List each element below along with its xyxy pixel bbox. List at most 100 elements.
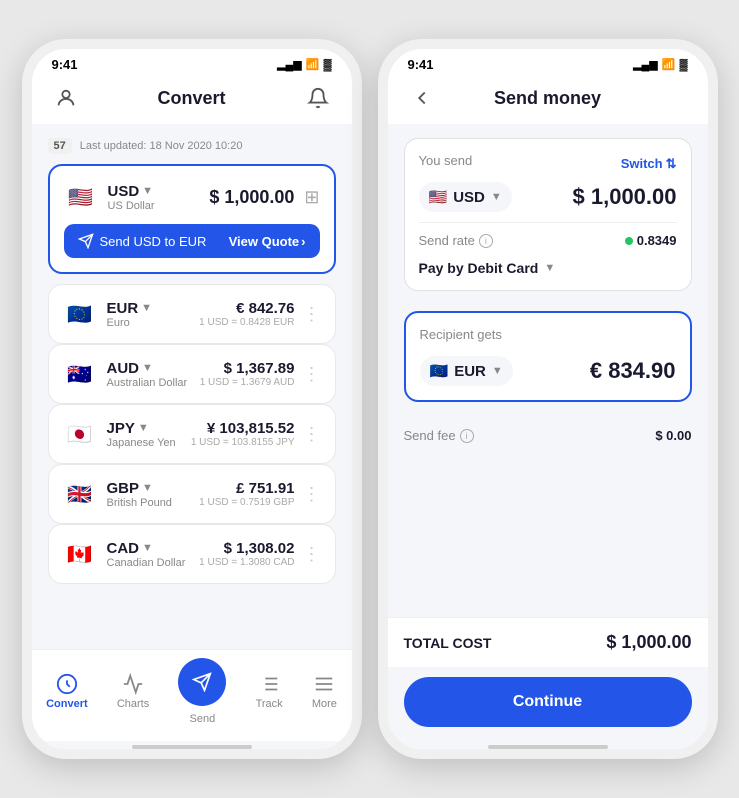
currency-menu-AUD[interactable]: ⋮ [303,364,321,385]
currency-row-4: 🇨🇦 CAD ▼ Canadian Dollar $ 1,308.02 1 US… [63,537,321,571]
nav-track-label: Track [256,698,283,710]
send-nav-btn[interactable] [178,658,226,706]
you-send-dropdown: ▼ [491,191,502,203]
continue-btn[interactable]: Continue [404,677,692,727]
currency-menu-EUR[interactable]: ⋮ [303,304,321,325]
currency-code-AUD: AUD ▼ [107,360,188,377]
user-icon[interactable] [52,84,80,112]
currency-list-item[interactable]: 🇨🇦 CAD ▼ Canadian Dollar $ 1,308.02 1 US… [48,524,336,584]
currency-list-item[interactable]: 🇪🇺 EUR ▼ Euro € 842.76 1 USD = 0.8428 EU… [48,284,336,344]
you-send-flag: 🇺🇸 [429,188,448,206]
track-icon [258,673,280,695]
send-rate-label: Send rate i [419,233,493,248]
page-title-1: Convert [80,88,304,109]
app-container: 9:41 ▂▄▆ 📶 ▓ Convert [2,19,738,779]
back-icon[interactable] [408,84,436,112]
charts-icon [122,673,144,695]
currency-amount-col-3: £ 751.91 1 USD = 0.7519 GBP [199,480,294,508]
nav-more[interactable]: More [312,673,337,710]
pay-chevron-icon: ▼ [544,262,555,274]
status-icons-1: ▂▄▆ 📶 ▓ [277,58,331,71]
pay-method-row[interactable]: Pay by Debit Card ▼ [419,254,677,276]
currency-list-item[interactable]: 🇬🇧 GBP ▼ British Pound £ 751.91 1 USD = … [48,464,336,524]
currency-info-3: GBP ▼ British Pound [107,480,172,509]
battery-icon: ▓ [323,59,331,71]
currency-amount-JPY: ¥ 103,815.52 [191,420,295,437]
send-bar[interactable]: Send USD to EUR View Quote › [64,224,320,258]
nav-track[interactable]: Track [256,673,283,710]
currency-list-item[interactable]: 🇦🇺 AUD ▼ Australian Dollar $ 1,367.89 1 … [48,344,336,404]
convert-icon [56,673,78,695]
recipient-label: Recipient gets [420,327,502,342]
send-rate-value: 0.8349 [625,233,677,248]
nav-convert-label: Convert [46,698,88,710]
currency-left-3: 🇬🇧 GBP ▼ British Pound [63,477,172,511]
currency-code-EUR: EUR ▼ [107,300,153,317]
status-bar-1: 9:41 ▂▄▆ 📶 ▓ [32,49,352,76]
recipient-card: Recipient gets 🇪🇺 EUR ▼ € 834.90 [404,311,692,402]
flag-EUR: 🇪🇺 [63,297,97,331]
currency-rate-EUR: 1 USD = 0.8428 EUR [199,317,294,328]
currency-name-AUD: Australian Dollar [107,377,188,389]
fee-label: Send fee i [404,428,474,443]
view-quote-btn[interactable]: View Quote › [229,234,306,249]
currency-name-JPY: Japanese Yen [107,437,176,449]
currency-amount-GBP: £ 751.91 [199,480,294,497]
total-label: TOTAL COST [404,635,492,651]
switch-btn[interactable]: Switch ⇅ [621,156,677,172]
bottom-nav-1: Convert Charts Send Track [32,649,352,741]
main-content-2: You send Switch ⇅ 🇺🇸 USD ▼ $ 1,000.00 [388,124,708,617]
calculator-icon[interactable]: ⊞ [304,187,319,208]
currency-list-item[interactable]: 🇯🇵 JPY ▼ Japanese Yen ¥ 103,815.52 1 USD… [48,404,336,464]
status-bar-2: 9:41 ▂▄▆ 📶 ▓ [388,49,708,76]
currency-amount-CAD: $ 1,308.02 [199,540,294,557]
currency-left-4: 🇨🇦 CAD ▼ Canadian Dollar [63,537,186,571]
currency-right-4: $ 1,308.02 1 USD = 1.3080 CAD ⋮ [199,540,320,568]
currency-name-EUR: Euro [107,317,153,329]
you-send-code: USD [453,189,485,206]
phone2-bottom: TOTAL COST $ 1,000.00 Continue [388,617,708,741]
currency-left-1: 🇦🇺 AUD ▼ Australian Dollar [63,357,188,391]
currency-rate-JPY: 1 USD = 103.8155 JPY [191,437,295,448]
flag-AUD: 🇦🇺 [63,357,97,391]
main-content-1: 57 Last updated: 18 Nov 2020 10:20 🇺🇸 US… [32,124,352,649]
currency-code-GBP: GBP ▼ [107,480,172,497]
currency-left-0: 🇪🇺 EUR ▼ Euro [63,297,153,331]
more-icon [313,673,335,695]
bell-icon[interactable] [304,84,332,112]
currency-list: 🇪🇺 EUR ▼ Euro € 842.76 1 USD = 0.8428 EU… [48,284,336,584]
recipient-currency-pill[interactable]: 🇪🇺 EUR ▼ [420,356,513,386]
currency-rate-GBP: 1 USD = 0.7519 GBP [199,497,294,508]
send-rate-info-icon: i [479,234,493,248]
currency-info-1: AUD ▼ Australian Dollar [107,360,188,389]
header-2: Send money [388,76,708,124]
total-value: $ 1,000.00 [606,632,691,653]
you-send-currency-pill[interactable]: 🇺🇸 USD ▼ [419,182,512,212]
flag-JPY: 🇯🇵 [63,417,97,451]
fee-value: $ 0.00 [655,428,691,443]
active-currency-card[interactable]: 🇺🇸 USD ▼ US Dollar $ 1,000.00 [48,164,336,274]
currency-row-0: 🇪🇺 EUR ▼ Euro € 842.76 1 USD = 0.8428 EU… [63,297,321,331]
nav-send[interactable]: Send [178,658,226,725]
active-currency-code: USD ▼ [108,183,155,200]
signal-icon: ▂▄▆ [277,58,302,71]
nav-more-label: More [312,698,337,710]
you-send-amount: $ 1,000.00 [573,184,677,210]
recipient-code: EUR [454,363,486,380]
currency-menu-GBP[interactable]: ⋮ [303,484,321,505]
recipient-amount: € 834.90 [590,358,676,384]
nav-charts[interactable]: Charts [117,673,149,710]
currency-menu-CAD[interactable]: ⋮ [303,544,321,565]
phone-2: 9:41 ▂▄▆ 📶 ▓ Send money [378,39,718,759]
send-label: Send USD to EUR [100,234,207,249]
nav-convert[interactable]: Convert [46,673,88,710]
currency-row-2: 🇯🇵 JPY ▼ Japanese Yen ¥ 103,815.52 1 USD… [63,417,321,451]
fee-row: Send fee i $ 0.00 [404,422,692,449]
recipient-header: Recipient gets [420,327,676,348]
wifi-icon-2: 📶 [662,58,676,71]
currency-menu-JPY[interactable]: ⋮ [303,424,321,445]
active-currency-row: 🇺🇸 USD ▼ US Dollar $ 1,000.00 [64,180,320,214]
phone-1: 9:41 ▂▄▆ 📶 ▓ Convert [22,39,362,759]
usd-flag: 🇺🇸 [64,180,98,214]
nav-charts-label: Charts [117,698,149,710]
